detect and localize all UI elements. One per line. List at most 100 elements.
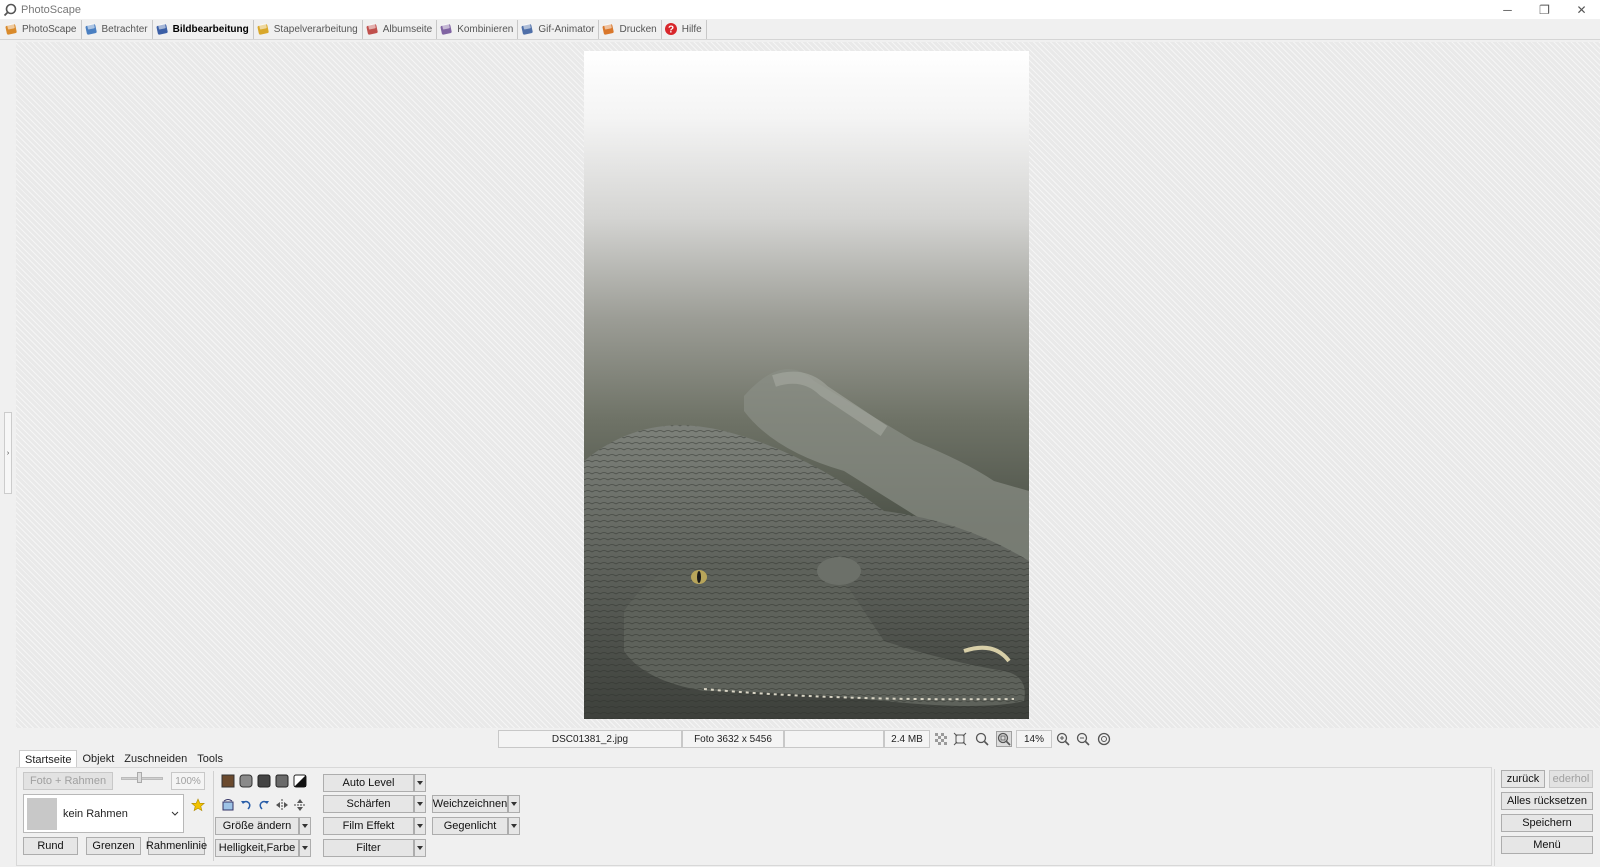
batch-icon	[256, 22, 270, 36]
frame-select[interactable]: kein Rahmen	[23, 794, 184, 833]
svg-text:?: ?	[668, 25, 674, 36]
editor-icon	[155, 22, 169, 36]
status-bar: DSC01381_2.jpg Foto 3632 x 5456 2.4 MB 1…	[0, 729, 1600, 749]
tab-albumseite[interactable]: Albumseite	[363, 19, 438, 39]
tab-kombinieren[interactable]: Kombinieren	[437, 19, 519, 39]
blur-button[interactable]: Weichzeichnen	[432, 795, 508, 813]
title-bar: PhotoScape ─ ❐ ✕	[0, 0, 1600, 19]
opacity-slider[interactable]	[121, 777, 163, 780]
shape-vignette-icon[interactable]	[275, 774, 289, 788]
tab-zuschneiden[interactable]: Zuschneiden	[119, 750, 192, 768]
startseite-panel: Foto + Rahmen 100% kein Rahmen Rund Gren…	[16, 767, 1492, 866]
tab-label: Hilfe	[681, 23, 702, 35]
tab-bildbearbeitung[interactable]: Bildbearbeitung	[153, 19, 254, 39]
tab-objekt[interactable]: Objekt	[77, 750, 119, 768]
tab-tools[interactable]: Tools	[192, 750, 228, 768]
backlight-button[interactable]: Gegenlicht	[432, 817, 508, 835]
tab-drucken[interactable]: Drucken	[599, 19, 662, 39]
status-filesize: 2.4 MB	[884, 730, 930, 748]
photoscape-icon	[4, 22, 18, 36]
photo-frame-button[interactable]: Foto + Rahmen	[23, 772, 113, 790]
resize-dropdown[interactable]	[299, 817, 311, 835]
brightness-color-button[interactable]: Helligkeit,Farbe	[215, 839, 299, 857]
close-button[interactable]: ✕	[1563, 0, 1600, 19]
sidebar-toggle-handle[interactable]: ›	[4, 412, 12, 494]
opacity-value[interactable]: 100%	[171, 772, 205, 790]
frame-select-value: kein Rahmen	[63, 807, 128, 820]
flip-vertical-icon[interactable]	[293, 798, 307, 812]
frame-thumbnail	[27, 797, 57, 830]
rotate-free-icon[interactable]	[221, 798, 235, 812]
minimize-button[interactable]: ─	[1489, 0, 1526, 19]
page-icon	[365, 22, 379, 36]
rotate-left-icon[interactable]	[239, 798, 253, 812]
zoom-in-icon[interactable]	[1055, 731, 1071, 747]
edited-photo[interactable]	[584, 51, 1029, 719]
film-effect-dropdown[interactable]	[414, 817, 426, 835]
status-filename: DSC01381_2.jpg	[498, 730, 682, 748]
fit-to-window-icon[interactable]	[952, 731, 968, 747]
transparency-grid-icon[interactable]	[933, 731, 949, 747]
menu-button[interactable]: Menü	[1501, 836, 1593, 854]
gif-icon	[520, 22, 534, 36]
auto-level-dropdown[interactable]	[414, 774, 426, 792]
editor-bottom-panel: Startseite Objekt Zuschneiden Tools Foto…	[16, 749, 1600, 867]
editor-tabs: Startseite Objekt Zuschneiden Tools	[19, 750, 228, 768]
zoom-actual-icon[interactable]	[974, 731, 990, 747]
tab-label: Stapelverarbeitung	[273, 23, 358, 35]
sharpen-button[interactable]: Schärfen	[323, 795, 414, 813]
film-effect-button[interactable]: Film Effekt	[323, 817, 414, 835]
chevron-down-icon	[171, 811, 179, 816]
tab-gif-animator[interactable]: Gif-Animator	[518, 19, 600, 39]
tab-photoscape[interactable]: PhotoScape	[2, 19, 82, 39]
shape-rounded-icon[interactable]	[239, 774, 253, 788]
tab-label: Kombinieren	[457, 23, 514, 35]
action-panel: zurück ederhol Alles rücksetzen Speicher…	[1494, 769, 1600, 866]
tab-betrachter[interactable]: Betrachter	[82, 19, 153, 39]
flip-horizontal-icon[interactable]	[275, 798, 289, 812]
info-icon[interactable]	[1096, 731, 1112, 747]
tab-hilfe[interactable]: ? Hilfe	[662, 19, 707, 39]
blur-dropdown[interactable]	[508, 795, 520, 813]
favorite-star-icon[interactable]	[191, 798, 205, 812]
window-controls: ─ ❐ ✕	[1489, 0, 1600, 19]
main-tab-bar: PhotoScape Betrachter Bildbearbeitung Stape…	[0, 19, 1600, 40]
filter-button[interactable]: Filter	[323, 839, 414, 857]
backlight-dropdown[interactable]	[508, 817, 520, 835]
status-empty	[784, 730, 884, 748]
shape-contrast-icon[interactable]	[293, 774, 307, 788]
tab-label: Albumseite	[382, 23, 433, 35]
shape-shadow-icon[interactable]	[257, 774, 271, 788]
frameline-button[interactable]: Rahmenlinie	[146, 837, 207, 855]
zoom-fit-icon[interactable]	[996, 731, 1012, 747]
shape-rect-icon[interactable]	[221, 774, 235, 788]
zoom-out-icon[interactable]	[1075, 731, 1091, 747]
tab-label: Betrachter	[101, 23, 148, 35]
restore-button[interactable]: ❐	[1526, 0, 1563, 19]
window-title: PhotoScape	[21, 3, 81, 16]
tab-stapelverarbeitung[interactable]: Stapelverarbeitung	[254, 19, 363, 39]
tab-label: Bildbearbeitung	[172, 23, 249, 35]
help-icon: ?	[664, 22, 678, 36]
brightness-color-dropdown[interactable]	[299, 839, 311, 857]
photoscape-logo-icon	[3, 3, 17, 16]
tab-label: Drucken	[619, 23, 657, 35]
combine-icon	[439, 22, 453, 36]
opacity-slider-thumb[interactable]	[137, 772, 142, 783]
auto-level-button[interactable]: Auto Level	[323, 774, 414, 792]
sharpen-dropdown[interactable]	[414, 795, 426, 813]
resize-button[interactable]: Größe ändern	[215, 817, 299, 835]
redo-button[interactable]: ederhol	[1549, 770, 1593, 788]
viewer-icon	[84, 22, 98, 36]
tab-label: Gif-Animator	[538, 23, 595, 35]
tab-startseite[interactable]: Startseite	[19, 750, 78, 768]
rotate-right-icon[interactable]	[257, 798, 271, 812]
borders-button[interactable]: Grenzen	[86, 837, 141, 855]
status-dimensions: Foto 3632 x 5456	[682, 730, 784, 748]
filter-dropdown[interactable]	[414, 839, 426, 857]
save-button[interactable]: Speichern	[1501, 814, 1593, 832]
reset-all-button[interactable]: Alles rücksetzen	[1501, 792, 1593, 810]
undo-button[interactable]: zurück	[1501, 770, 1545, 788]
status-zoom-level: 14%	[1016, 730, 1052, 748]
round-button[interactable]: Rund	[23, 837, 78, 855]
